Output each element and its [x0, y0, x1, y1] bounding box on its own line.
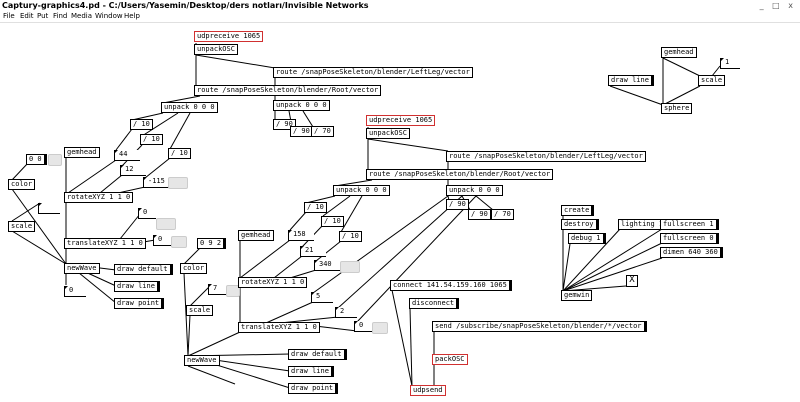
number-box-1e[interactable]: 0	[138, 208, 156, 219]
draw-default-message-2[interactable]: draw default	[288, 349, 347, 360]
unpack-object-1a[interactable]: unpack 0 0 0	[161, 102, 218, 113]
route-root-object-1[interactable]: route /snapPoseSkeleton/blender/Root/vec…	[194, 85, 382, 96]
message-box-1a-field	[48, 154, 62, 166]
draw-line-message-2[interactable]: draw line	[288, 366, 334, 377]
udpsend-object[interactable]: udpsend	[410, 385, 446, 396]
draw-line-message-1[interactable]: draw line	[114, 281, 160, 292]
color-object-1[interactable]: color	[8, 179, 36, 190]
destroy-message[interactable]: destroy	[561, 219, 599, 230]
gemhead-object-3[interactable]: gemhead	[661, 47, 697, 58]
create-message[interactable]: create	[561, 205, 595, 216]
message-box-2a[interactable]: 0 9 2	[197, 238, 227, 249]
rotatexyz-object-2[interactable]: rotateXYZ 1 1 0	[238, 277, 308, 288]
toggle-checkbox[interactable]: X	[626, 275, 638, 287]
scale-object-1[interactable]: scale	[8, 221, 36, 232]
udpreceive-object-1[interactable]: udpreceive 1065	[194, 31, 264, 42]
color-object-2[interactable]: color	[180, 263, 208, 274]
number-box-1f-field	[171, 236, 187, 248]
fullscreen-1-message[interactable]: fullscreen 1	[660, 219, 719, 230]
number-box-2c[interactable]: 340	[314, 260, 340, 271]
number-box-2f[interactable]: 2	[335, 307, 357, 318]
translatexyz-object-2[interactable]: translateXYZ 1 1 0	[238, 322, 320, 333]
number-box-2c-field	[340, 261, 360, 273]
number-box-1b[interactable]: 12	[120, 165, 146, 176]
disconnect-message[interactable]: disconnect	[409, 298, 460, 309]
connect-message[interactable]: connect 141.54.159.160 1065	[390, 280, 512, 291]
divide90-object-1b[interactable]: / 90	[290, 126, 313, 137]
number-box-1g[interactable]: 0	[64, 286, 86, 297]
draw-point-message-1[interactable]: draw point	[114, 298, 165, 309]
draw-default-message-1[interactable]: draw default	[114, 264, 173, 275]
packosc-object[interactable]: packOSC	[432, 354, 468, 365]
gemwin-object[interactable]: gemwin	[561, 290, 593, 301]
number-box-2g[interactable]: 0	[354, 321, 372, 332]
route-leftleg-object-2[interactable]: route /snapPoseSkeleton/blender/LeftLeg/…	[446, 151, 646, 162]
send-subscribe-message[interactable]: send /subscribe/snapPoseSkeleton/blender…	[432, 321, 647, 332]
divide-object-1a[interactable]: / 10	[130, 119, 153, 130]
number-box-3[interactable]: 1	[720, 58, 740, 69]
divide-object-1b[interactable]: / 10	[140, 134, 163, 145]
sphere-object[interactable]: sphere	[661, 103, 693, 114]
rotatexyz-object-1[interactable]: rotateXYZ 1 1 0	[64, 192, 134, 203]
message-box-1a[interactable]: 0 0	[26, 154, 47, 165]
number-box-1c[interactable]: -115	[143, 177, 169, 188]
divide90-object-2b[interactable]: / 90	[468, 209, 491, 220]
scale-object-3[interactable]: scale	[698, 75, 726, 86]
udpreceive-object-2[interactable]: udpreceive 1065	[366, 115, 436, 126]
debug-message[interactable]: debug 1	[568, 233, 606, 244]
draw-line-message-3[interactable]: draw line	[608, 75, 654, 86]
divide70-object-1[interactable]: / 70	[311, 126, 334, 137]
translatexyz-object-1[interactable]: translateXYZ 1 1 0	[64, 238, 146, 249]
unpack-object-2b[interactable]: unpack 0 0 0	[446, 185, 503, 196]
divide-object-2b[interactable]: / 10	[321, 216, 344, 227]
number-box-2e[interactable]: 5	[311, 292, 333, 303]
gemhead-object-2[interactable]: gemhead	[238, 230, 274, 241]
divide-object-1c[interactable]: / 10	[168, 148, 191, 159]
number-box-1e-field	[156, 218, 176, 230]
unpack-object-1b[interactable]: unpack 0 0 0	[273, 100, 330, 111]
scale-object-2[interactable]: scale	[186, 305, 214, 316]
unpackosc-object-2[interactable]: unpackOSC	[366, 128, 410, 139]
route-leftleg-object-1[interactable]: route /snapPoseSkeleton/blender/LeftLeg/…	[273, 67, 473, 78]
divide90-object-2a[interactable]: / 90	[446, 199, 469, 210]
number-box-1d[interactable]	[38, 203, 60, 214]
draw-point-message-2[interactable]: draw point	[288, 383, 339, 394]
number-box-2b[interactable]: 21	[300, 246, 326, 257]
number-box-1f[interactable]: 0	[153, 235, 171, 246]
number-box-1c-field	[168, 177, 188, 189]
unpackosc-object-1[interactable]: unpackOSC	[194, 44, 238, 55]
newwave-object-1[interactable]: newWave	[64, 263, 100, 274]
divide-object-2a[interactable]: / 10	[304, 202, 327, 213]
gemhead-object-1[interactable]: gemhead	[64, 147, 100, 158]
number-box-2d[interactable]: 7	[208, 284, 226, 295]
route-root-object-2[interactable]: route /snapPoseSkeleton/blender/Root/vec…	[366, 169, 554, 180]
number-box-2a[interactable]: 158	[288, 230, 314, 241]
dimen-message[interactable]: dimen 640 360	[660, 247, 723, 258]
unpack-object-2a[interactable]: unpack 0 0 0	[333, 185, 390, 196]
divide-object-2c[interactable]: / 10	[339, 231, 362, 242]
fullscreen-0-message[interactable]: fullscreen 0	[660, 233, 719, 244]
number-box-2g-field	[372, 322, 388, 334]
newwave-object-2[interactable]: newWave	[184, 355, 220, 366]
divide70-object-2[interactable]: / 70	[491, 209, 514, 220]
number-box-1a[interactable]: 44	[114, 150, 140, 161]
